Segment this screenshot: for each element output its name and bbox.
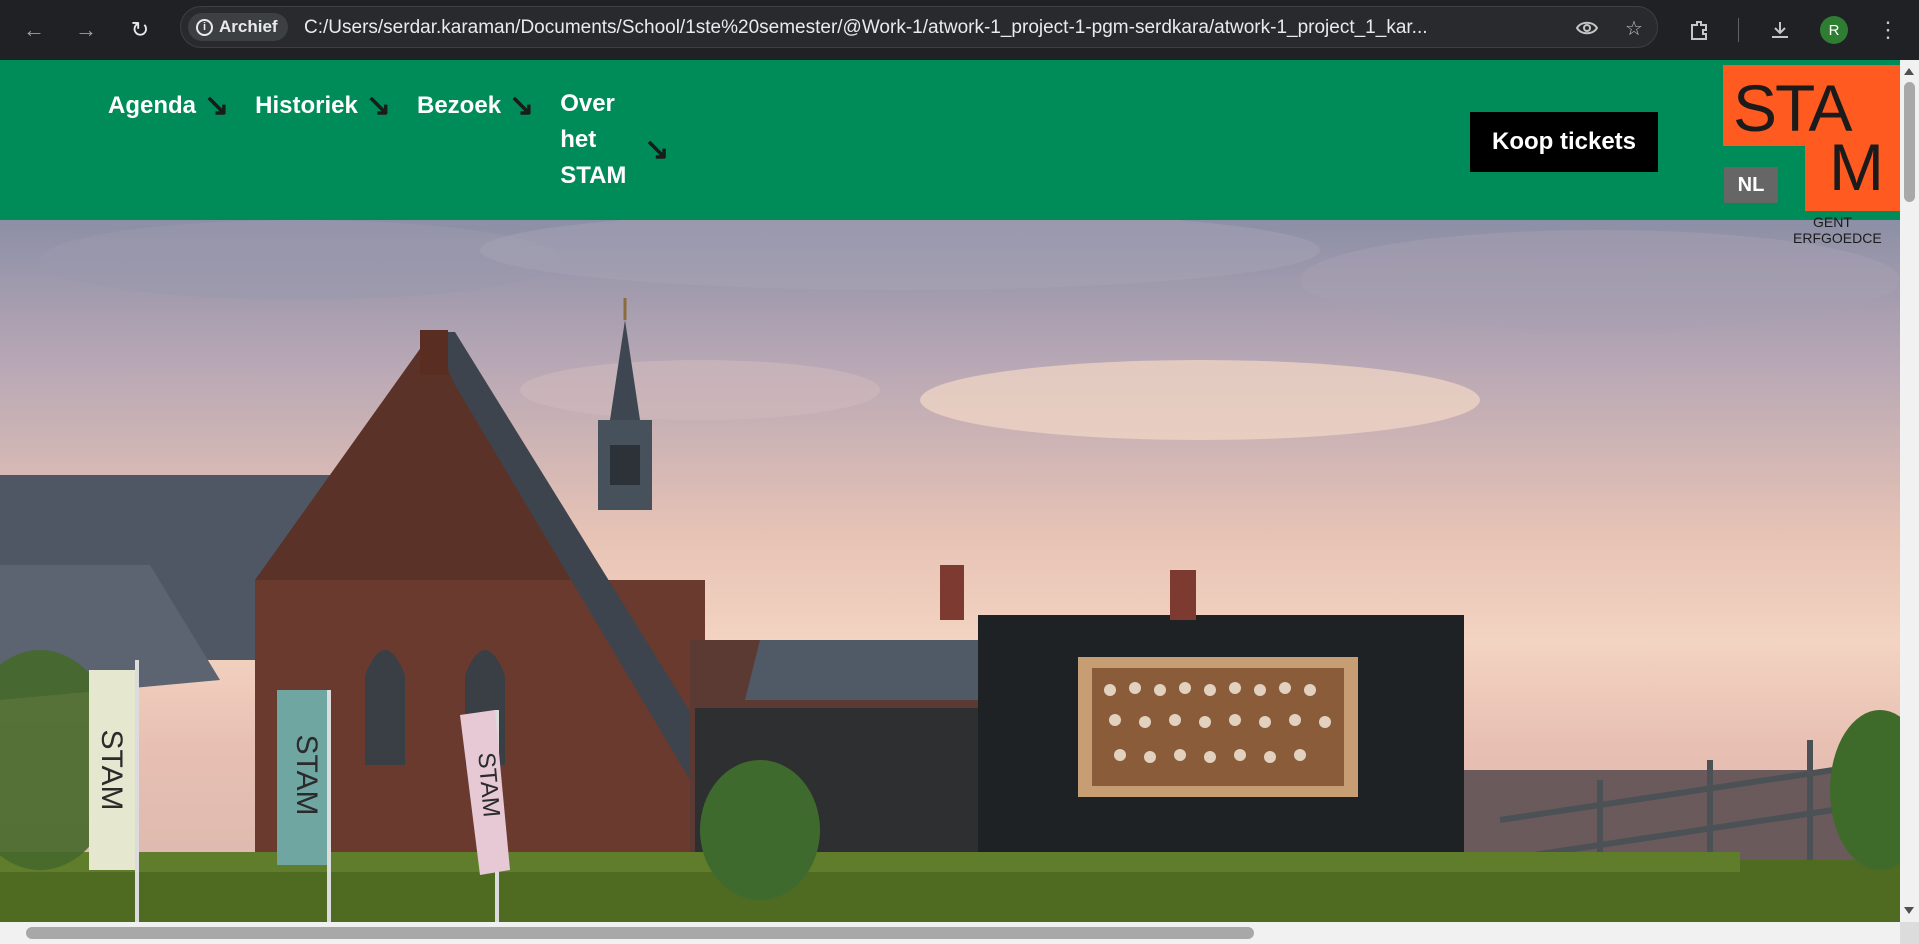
vertical-scroll-thumb[interactable]: [1904, 82, 1915, 202]
nav-item-agenda[interactable]: Agenda ↘: [108, 88, 229, 124]
arrow-down-right-icon: ↘: [204, 89, 230, 122]
back-icon[interactable]: ←: [18, 14, 50, 46]
nav-item-bezoek[interactable]: Bezoek ↘: [417, 88, 534, 124]
page-viewport: STAM STAM STAM Agenda ↘ Historiek ↘ Bezo…: [0, 60, 1900, 922]
extensions-icon[interactable]: [1684, 14, 1716, 46]
horizontal-scroll-thumb[interactable]: [26, 927, 1254, 939]
eye-icon[interactable]: [1575, 16, 1599, 40]
profile-avatar[interactable]: R: [1820, 16, 1848, 44]
scrollbar-corner: [1900, 922, 1919, 944]
url-text[interactable]: C:/Users/serdar.karaman/Documents/School…: [304, 17, 1544, 39]
main-nav: Agenda ↘ Historiek ↘ Bezoek ↘ Over het S…: [108, 88, 695, 194]
nav-item-over-het-stam[interactable]: Over het STAM ↘: [560, 88, 669, 194]
nav-item-historiek[interactable]: Historiek ↘: [255, 88, 391, 124]
nav-label: Over het STAM: [560, 90, 627, 189]
scroll-down-icon[interactable]: [1904, 907, 1914, 914]
logo-subtitle-erfgoed: ERFGOEDCE: [1793, 230, 1882, 246]
logo-text-bottom: M: [1829, 130, 1884, 204]
browser-toolbar: ← → ↻ i Archief C:/Users/serdar.karaman/…: [0, 0, 1919, 60]
bookmark-star-icon[interactable]: ☆: [1622, 16, 1646, 40]
svg-text:STAM: STAM: [290, 734, 323, 815]
site-info-chip[interactable]: i Archief: [188, 13, 288, 41]
address-bar[interactable]: i Archief C:/Users/serdar.karaman/Docume…: [180, 6, 1658, 48]
horizontal-scrollbar[interactable]: [0, 922, 1900, 944]
site-info-label: Archief: [219, 17, 278, 36]
arrow-down-right-icon: ↘: [365, 89, 391, 122]
svg-text:STAM: STAM: [95, 729, 128, 810]
svg-text:STAM: STAM: [472, 751, 505, 818]
download-icon[interactable]: [1764, 14, 1796, 46]
buy-tickets-button[interactable]: Koop tickets: [1470, 112, 1658, 172]
arrow-down-right-icon: ↘: [509, 89, 535, 122]
nav-label: Agenda: [108, 92, 197, 119]
info-icon: i: [196, 18, 213, 36]
hero-image: STAM STAM STAM: [0, 220, 1900, 922]
stam-logo[interactable]: STA M GENT ERFGOEDCE: [1723, 65, 1900, 255]
nav-label: Bezoek: [417, 92, 502, 119]
nav-label: Historiek: [255, 92, 358, 119]
vertical-scrollbar[interactable]: [1900, 60, 1919, 922]
site-header: Agenda ↘ Historiek ↘ Bezoek ↘ Over het S…: [0, 60, 1900, 220]
reload-icon[interactable]: ↻: [124, 14, 156, 46]
arrow-down-right-icon: ↘: [644, 133, 670, 166]
forward-icon[interactable]: →: [70, 14, 102, 46]
menu-kebab-icon[interactable]: ⋮: [1872, 14, 1904, 46]
logo-subtitle-gent: GENT: [1813, 214, 1852, 230]
hero-illustration: STAM STAM STAM: [0, 220, 1900, 922]
scroll-up-icon[interactable]: [1904, 68, 1914, 75]
toolbar-divider: [1738, 18, 1739, 42]
